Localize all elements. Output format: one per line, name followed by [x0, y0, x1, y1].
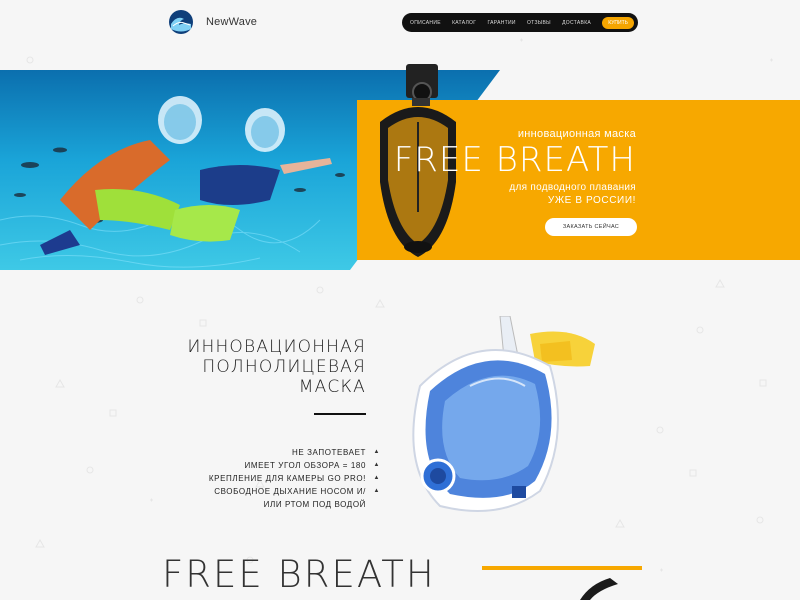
triangle-icon: ▲ [373, 462, 380, 468]
order-now-button[interactable]: Заказать сейчас [545, 218, 637, 236]
brand-name: NewWave [206, 16, 258, 28]
feature-text: Имеет угол обзора = 180 [244, 461, 366, 470]
feature-text: Крепление для камеры GO PRO! [208, 474, 366, 483]
feature-text: Свободное дыхание носом и/или ртом под в… [214, 487, 366, 509]
hero-title: FREE BREATH [393, 140, 636, 180]
buy-button[interactable]: Купить [602, 16, 634, 29]
nav-item-warranty[interactable]: Гарантии [487, 20, 515, 26]
features-title: ИННОВАЦИОННАЯ ПОЛНОЛИЦЕВАЯ МАСКА [116, 337, 366, 397]
feature-item: Свободное дыхание носом и/или ртом под в… [206, 485, 380, 511]
hero-tagline-russia: УЖЕ В РОССИИ! [547, 195, 636, 206]
snorkel-image [580, 578, 618, 600]
nav-item-catalog[interactable]: Каталог [452, 20, 476, 26]
triangle-icon: ▲ [373, 488, 380, 494]
feature-item: Не запотевает ▲ [206, 446, 380, 459]
features-list: Не запотевает ▲ Имеет угол обзора = 180 … [206, 446, 380, 511]
hero-tagline: для подводного плавания [509, 182, 636, 193]
features-title-line: ИННОВАЦИОННАЯ [187, 337, 366, 357]
nav-item-delivery[interactable]: Доставка [562, 20, 591, 26]
wave-circle-icon [169, 10, 193, 34]
blue-mask-image [412, 316, 595, 512]
features-title-line: МАСКА [298, 377, 366, 397]
feature-item: Крепление для камеры GO PRO! ▲ [206, 472, 380, 485]
main-nav: Описание Каталог Гарантии Отзывы Доставк… [402, 13, 638, 32]
section-title: FREE BREATH [162, 553, 436, 596]
triangle-icon: ▲ [373, 449, 380, 455]
hero-subtitle: инновационная маска [517, 128, 636, 140]
nav-item-description[interactable]: Описание [410, 20, 441, 26]
features-title-line: ПОЛНОЛИЦЕВАЯ [202, 357, 366, 377]
triangle-icon: ▲ [373, 475, 380, 481]
title-divider [314, 413, 366, 415]
feature-item: Имеет угол обзора = 180 ▲ [206, 459, 380, 472]
feature-text: Не запотевает [291, 448, 366, 457]
nav-item-reviews[interactable]: Отзывы [527, 20, 551, 26]
brand-logo[interactable]: NewWave [168, 9, 257, 35]
accent-bar [482, 566, 642, 570]
